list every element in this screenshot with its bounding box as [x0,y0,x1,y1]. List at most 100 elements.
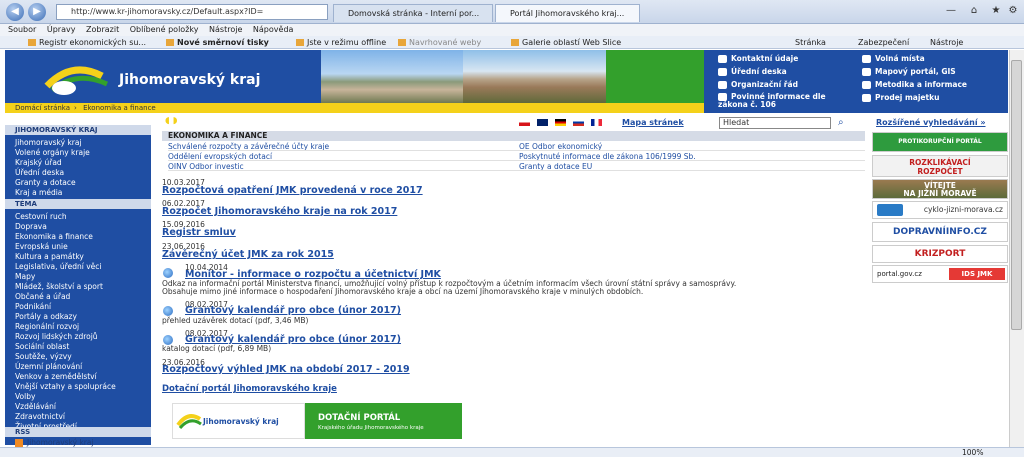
zoom-level[interactable]: 100% [962,448,983,457]
nav-item[interactable]: Podnikání [15,302,51,311]
cmd-nastroje[interactable]: Nástroje [930,36,963,49]
nav-item[interactable]: Úřední deska [15,168,64,177]
cycling-banner[interactable]: cyklo-jizni-morava.cz [872,201,1008,219]
ie-link-icon [163,268,173,278]
banner-left-text: Jihomoravský kraj [203,417,279,426]
nav-item[interactable]: Vzdělávání [15,402,56,411]
cmd-stranka[interactable]: Stránka [795,36,826,49]
decor-dots: ◖ ◗ [165,116,178,126]
flag-fr-icon[interactable] [591,119,602,126]
nav-item[interactable]: Sociální oblast [15,342,69,351]
nav-item[interactable]: Kraj a média [15,188,62,197]
nav-item[interactable]: Volené orgány kraje [15,148,90,157]
breadcrumb: Domácí stránka › Ekonomika a finance [5,103,704,113]
nav-item[interactable]: Zdravotnictví [15,412,65,421]
home-icon[interactable]: ⌂ [963,2,985,20]
menu-napoveda[interactable]: Nápověda [253,25,294,34]
sitemap-link[interactable]: Mapa stránek [622,118,684,127]
minimize-icon[interactable]: — [940,2,962,20]
tab-intranet[interactable]: Domovská stránka - Interní por... [333,4,493,22]
scrollbar-thumb[interactable] [1011,60,1022,330]
nav-item[interactable]: Krajský úřad [15,158,62,167]
nav-item[interactable]: Evropská unie [15,242,68,251]
nav-item[interactable]: Mapy [15,272,35,281]
menu-nastroje[interactable]: Nástroje [209,25,242,34]
fav-item-offline[interactable]: Jste v režimu offline [296,36,386,49]
anticorruption-banner[interactable]: PROTIKORUPČNÍ PORTÁL [872,132,1008,152]
nav-item[interactable]: Portály a odkazy [15,312,77,321]
flag-de-icon[interactable] [555,119,566,126]
nav-item[interactable]: Občané a úřad [15,292,70,301]
nav-item[interactable]: Legislativa, úřední věci [15,262,101,271]
header-photo-town [463,50,606,103]
menu-soubor[interactable]: Soubor [8,25,36,34]
news-title[interactable]: Grantový kalendář pro obce (únor 2017) [185,305,401,316]
link-volna-mista[interactable]: Volná místa [862,54,925,63]
breadcrumb-current[interactable]: Ekonomika a finance [83,104,156,112]
fav-item-tisky[interactable]: Nové směrnoví tisky [166,36,269,49]
nav-item[interactable]: Venkov a zemědělství [15,372,97,381]
advanced-search-link[interactable]: Rozšířené vyhledávání » [876,118,986,127]
flag-cz-icon[interactable] [519,119,530,126]
nav-heading-rss: RSS [5,427,151,437]
breadcrumb-home[interactable]: Domácí stránka [15,104,70,112]
news-title[interactable]: Závěrečný účet JMK za rok 2015 [162,249,334,260]
link-mapovy-portal[interactable]: Mapový portál, GIS [862,67,956,76]
address-bar[interactable]: http://www.kr-jihomoravsky.cz/Default.as… [56,4,328,20]
traffic-info-banner[interactable]: DOPRAVNÍINFO.CZ [872,222,1008,242]
nav-item-active[interactable]: Ekonomika a finance [15,232,93,241]
tourism-banner[interactable]: VÍTEJTE NA JIŽNÍ MORAVĚ [872,179,1008,199]
news-title[interactable]: Rozpočet Jihomoravského kraje na rok 201… [162,206,397,217]
bike-icon [877,204,903,216]
grant-portal-banner[interactable]: Jihomoravský kraj DOTAČNÍ PORTÁL Krajské… [172,403,462,439]
nav-item[interactable]: Mládež, školství a sport [15,282,103,291]
menu-zobrazit[interactable]: Zobrazit [86,25,119,34]
gov-portal-banner[interactable]: portal.gov.cz IDS JMK [872,265,1008,283]
site-title[interactable]: Jihomoravský kraj [119,72,260,88]
news-title[interactable]: Registr smluv [162,227,236,238]
link-prodej-majetku[interactable]: Prodej majetku [862,93,939,102]
settings-icon[interactable]: ⚙ [1002,2,1024,20]
flag-uk-icon[interactable] [537,119,548,126]
flag-ru-icon[interactable] [573,119,584,126]
link-kontaktni-udaje[interactable]: Kontaktní údaje [718,54,798,63]
link-metodika[interactable]: Metodika a informace [862,80,967,89]
link-povinne-informace[interactable]: Povinné informace dle zákona č. 106 [718,93,848,109]
nav-item[interactable]: Územní plánování [15,362,82,371]
region-logo-icon[interactable] [42,58,112,98]
menu-upravy[interactable]: Úpravy [47,25,76,34]
search-icon[interactable]: ⌕ [838,117,850,129]
region-logo-small-icon [176,414,202,430]
fav-item-navrhovane[interactable]: Navrhované weby [398,36,481,49]
news-title[interactable]: Rozpočtová opatření JMK provedená v roce… [162,185,423,196]
nav-item[interactable]: Granty a dotace [15,178,76,187]
search-input[interactable]: Hledat [719,117,831,129]
nav-item[interactable]: Volby [15,392,35,401]
nav-item[interactable]: Soutěže, výzvy [15,352,72,361]
link-uredni-deska[interactable]: Úřední deska [718,67,787,76]
nav-item[interactable]: Jihomoravský kraj [15,138,82,147]
news-title[interactable]: Rozpočtový výhled JMK na období 2017 - 2… [162,364,410,375]
forward-button[interactable]: ▶ [28,3,46,21]
nav-item[interactable]: Cestovní ruch [15,212,67,221]
krizport-banner[interactable]: KRIZPORT [872,245,1008,263]
nav-item[interactable]: Doprava [15,222,47,231]
link-organizacni-rad[interactable]: Organizační řád [718,80,798,89]
nav-item[interactable]: Vnější vztahy a spolupráce [15,382,116,391]
nav-item[interactable]: Rozvoj lidských zdrojů [15,332,98,341]
fav-item-galerie[interactable]: Galerie oblastí Web Slice [511,36,621,49]
nav-item[interactable]: Kultura a památky [15,252,84,261]
nav-item[interactable]: Regionální rozvoj [15,322,79,331]
menu-oblibene[interactable]: Oblíbené položky [130,25,199,34]
back-button[interactable]: ◀ [6,3,24,21]
banner-title: DOTAČNÍ PORTÁL [318,413,401,423]
top-links: Kontaktní údaje Úřední deska Organizační… [704,50,1008,113]
banner-subtitle: Krajského úřadu Jihomoravského kraje [318,425,424,431]
cmd-zabezpeceni[interactable]: Zabezpečení [858,36,909,49]
fav-item-registr[interactable]: Registr ekonomických su... [28,36,146,49]
tab-portal[interactable]: Portál Jihomoravského kraj... [495,4,640,22]
header-photo-castle [321,50,463,103]
portal-link[interactable]: Dotační portál Jihomoravského kraje [162,384,337,394]
pdf-link-icon [163,306,173,316]
budget-banner[interactable]: ROZKLIKÁVACÍ ROZPOČET [872,155,1008,177]
